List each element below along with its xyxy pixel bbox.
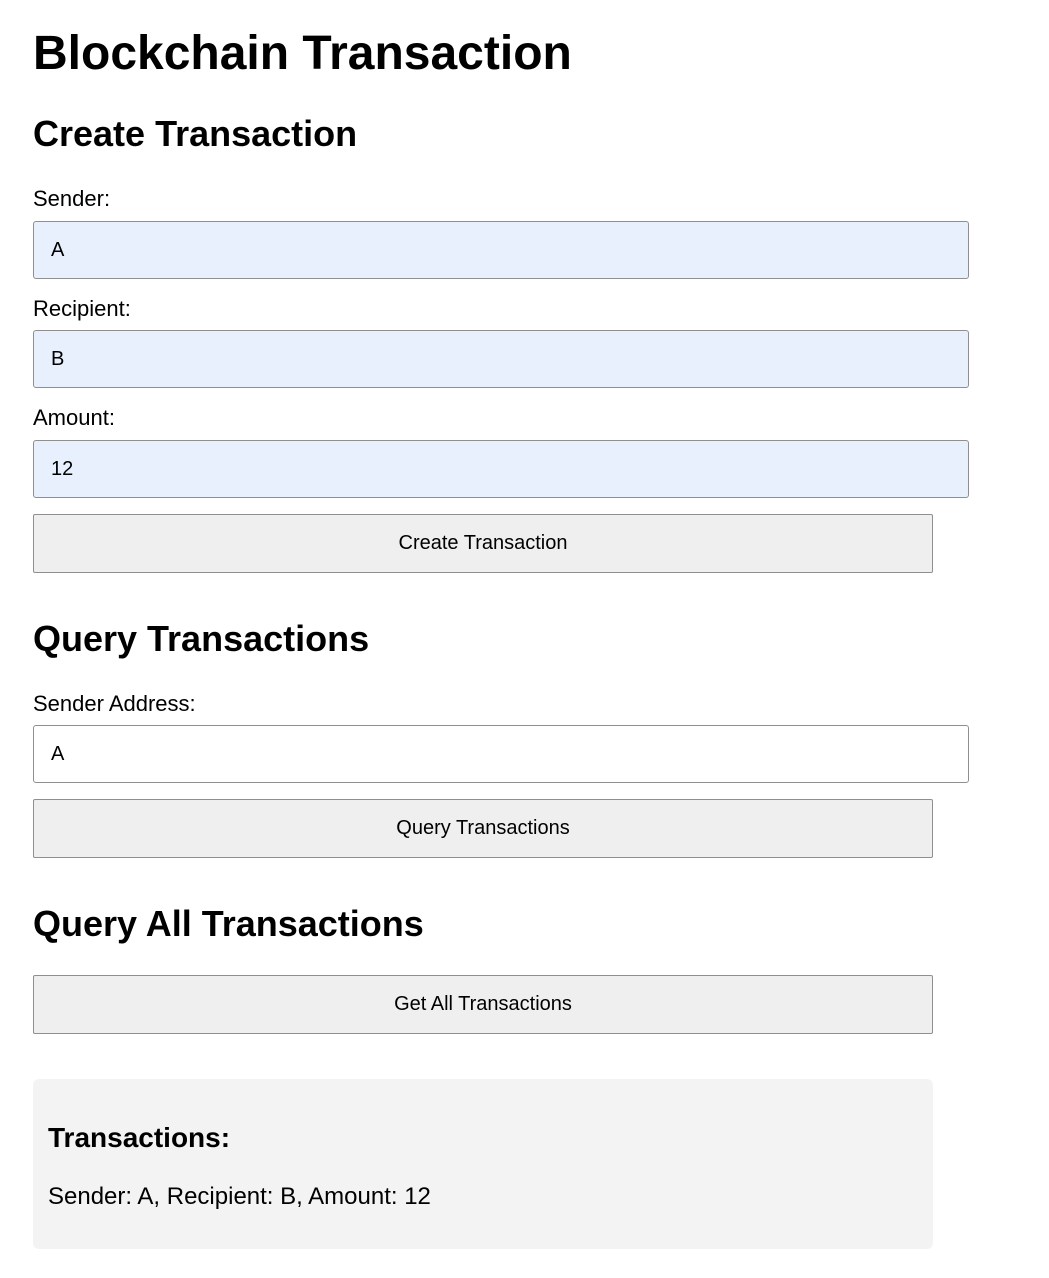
query-transactions-button[interactable]: Query Transactions bbox=[33, 799, 933, 858]
sender-address-label: Sender Address: bbox=[33, 691, 196, 716]
amount-label: Amount: bbox=[33, 405, 115, 430]
sender-address-input[interactable] bbox=[33, 725, 969, 783]
query-transactions-heading: Query Transactions bbox=[33, 618, 370, 659]
create-transaction-button[interactable]: Create Transaction bbox=[33, 514, 933, 573]
sender-label: Sender: bbox=[33, 186, 111, 211]
transactions-result-heading: Transactions: bbox=[48, 1122, 231, 1153]
transaction-list-item: Sender: A, Recipient: B, Amount: 12 bbox=[48, 1183, 431, 1210]
query-all-transactions-heading: Query All Transactions bbox=[33, 903, 424, 944]
create-transaction-heading: Create Transaction bbox=[33, 113, 358, 154]
recipient-label: Recipient: bbox=[33, 296, 131, 321]
page-title: Blockchain Transaction bbox=[33, 27, 572, 80]
sender-input[interactable] bbox=[33, 221, 969, 279]
recipient-input[interactable] bbox=[33, 330, 969, 388]
transactions-result-panel: Transactions: Sender: A, Recipient: B, A… bbox=[33, 1079, 933, 1249]
amount-input[interactable] bbox=[33, 440, 969, 498]
get-all-transactions-button[interactable]: Get All Transactions bbox=[33, 975, 933, 1034]
